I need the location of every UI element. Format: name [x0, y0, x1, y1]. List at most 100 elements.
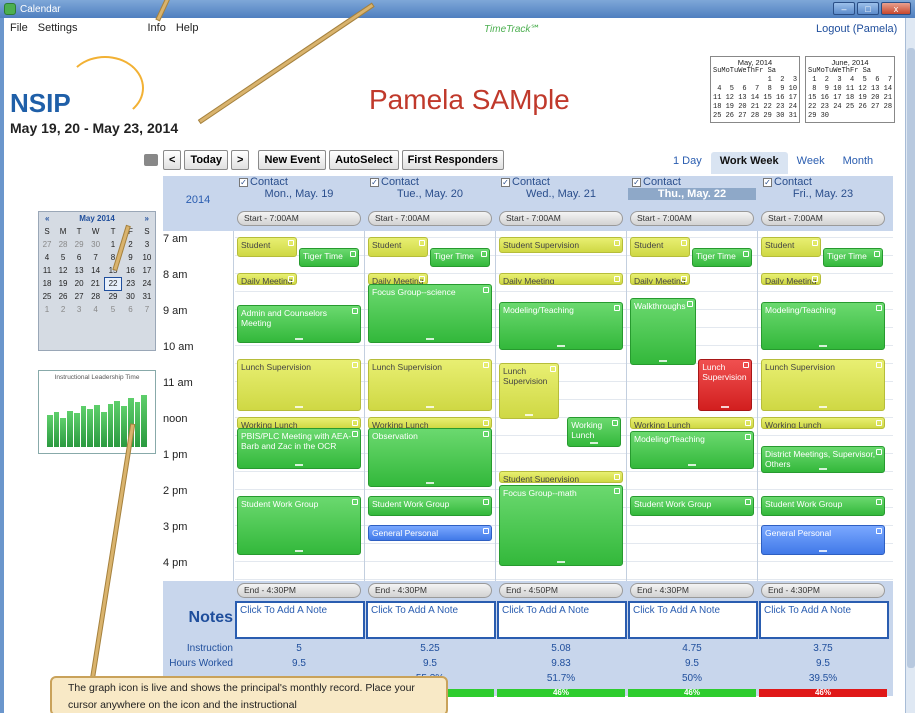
calendar-event[interactable]: Modeling/Teaching [630, 431, 754, 469]
mini-calendar-june[interactable]: June, 2014 SuMoTuWeThFr Sa 1 2 3 4 5 6 7… [805, 56, 896, 123]
end-time-pill[interactable]: End - 4:50PM [499, 583, 623, 598]
tab-1-day[interactable]: 1 Day [664, 152, 711, 174]
new-event-button[interactable]: New Event [258, 150, 327, 170]
nav-day[interactable]: 16 [122, 264, 139, 277]
contact-checkbox[interactable]: ✓ Contact [235, 176, 363, 188]
calendar-event[interactable]: Daily Meeting [499, 273, 623, 285]
nav-day[interactable]: 1 [39, 303, 55, 316]
start-time-pill[interactable]: Start - 7:00AM [630, 211, 754, 226]
resize-grip-icon[interactable] [819, 550, 827, 553]
nav-day[interactable]: 25 [39, 290, 55, 303]
calendar-event[interactable]: Lunch Supervision [698, 359, 752, 412]
resize-grip-icon[interactable] [295, 406, 303, 409]
nav-day[interactable]: 6 [71, 251, 87, 264]
resize-grip-icon[interactable] [659, 359, 668, 362]
nav-day[interactable]: 29 [71, 238, 87, 251]
nav-day[interactable]: 2 [55, 303, 71, 316]
mini-calendar-may[interactable]: May, 2014 SuMoTuWeThFr Sa 1 2 3 4 5 6 7 … [710, 56, 801, 123]
day-header[interactable]: ✓ Contact Mon., May. 19 [235, 176, 363, 200]
calendar-event[interactable]: Student [368, 237, 428, 257]
tab-month[interactable]: Month [834, 152, 883, 174]
resize-grip-icon[interactable] [295, 550, 303, 553]
day-header[interactable]: ✓ Contact Thu., May. 22 [628, 176, 756, 200]
nav-day[interactable]: 27 [39, 238, 55, 251]
calendar-event[interactable]: Student [237, 237, 297, 257]
calendar-event[interactable]: District Meetings, Supervisor, Others [761, 445, 885, 473]
nav-day[interactable]: 13 [71, 264, 87, 277]
calendar-event[interactable]: Working Lunch [630, 417, 754, 429]
nav-day[interactable]: 17 [139, 264, 155, 277]
add-note-cell[interactable]: Click To Add A Note [497, 601, 627, 639]
nav-day[interactable]: 21 [87, 277, 104, 290]
nav-day[interactable]: 9 [122, 251, 139, 264]
contact-checkbox[interactable]: ✓ Contact [628, 176, 756, 188]
nav-day[interactable]: 28 [55, 238, 71, 251]
nav-day[interactable]: 3 [139, 238, 155, 251]
resize-grip-icon[interactable] [295, 463, 303, 466]
calendar-event[interactable]: Student Work Group [761, 496, 885, 516]
calendar-event[interactable]: Lunch Supervision [761, 359, 885, 412]
nav-day[interactable]: 30 [87, 238, 104, 251]
instructional-leadership-graph[interactable]: Instructional Leadership Time [38, 370, 156, 454]
today-button[interactable]: Today [184, 150, 229, 170]
nav-day[interactable]: 5 [104, 303, 122, 316]
menu-help[interactable]: Help [176, 22, 199, 34]
nav-day[interactable]: 14 [87, 264, 104, 277]
contact-checkbox[interactable]: ✓ Contact [366, 176, 494, 188]
start-time-pill[interactable]: Start - 7:00AM [761, 211, 885, 226]
nav-day[interactable]: 28 [87, 290, 104, 303]
calendar-event[interactable]: Student Work Group [368, 496, 492, 516]
calendar-event[interactable]: Student Work Group [630, 496, 754, 516]
nav-day[interactable]: 4 [87, 303, 104, 316]
calendar-event[interactable]: Daily Meeting [237, 273, 297, 286]
nav-day[interactable]: 26 [55, 290, 71, 303]
calendar-event[interactable]: Observation [368, 427, 492, 487]
resize-grip-icon[interactable] [590, 442, 599, 445]
calendar-event[interactable]: Tiger Time [692, 247, 752, 268]
end-time-pill[interactable]: End - 4:30PM [237, 583, 361, 598]
resize-grip-icon[interactable] [819, 406, 827, 409]
nav-day[interactable]: 7 [139, 303, 155, 316]
nav-next-month-icon[interactable]: » [145, 214, 149, 223]
autoselect-button[interactable]: AutoSelect [329, 150, 399, 170]
end-time-pill[interactable]: End - 4:30PM [630, 583, 754, 598]
nav-day[interactable]: 7 [87, 251, 104, 264]
calendar-event[interactable]: Working Lunch [761, 417, 885, 429]
resize-grip-icon[interactable] [688, 463, 696, 466]
nav-day[interactable]: 31 [139, 290, 155, 303]
nav-day[interactable]: 30 [122, 290, 139, 303]
next-button[interactable]: > [231, 150, 250, 170]
nav-day[interactable]: 10 [139, 251, 155, 264]
calendar-event[interactable]: Tiger Time [823, 247, 883, 268]
first-responders-button[interactable]: First Responders [401, 150, 505, 170]
resize-grip-icon[interactable] [557, 561, 565, 564]
add-note-cell[interactable]: Click To Add A Note [235, 601, 365, 639]
calendar-event[interactable]: Modeling/Teaching [761, 301, 885, 351]
nav-day[interactable]: 29 [104, 290, 122, 303]
nav-day[interactable]: 5 [55, 251, 71, 264]
logout-link[interactable]: Logout (Pamela) [816, 23, 897, 35]
day-header[interactable]: ✓ Contact Tue., May. 20 [366, 176, 494, 200]
calendar-event[interactable]: Admin and Counselors Meeting [237, 305, 361, 343]
resize-grip-icon[interactable] [426, 337, 434, 340]
add-note-cell[interactable]: Click To Add A Note [366, 601, 496, 639]
calendar-event[interactable]: Lunch Supervision [368, 359, 492, 412]
resize-grip-icon[interactable] [295, 337, 303, 340]
calendar-event[interactable]: General Personal [761, 525, 885, 556]
nav-day[interactable]: 4 [39, 251, 55, 264]
calendar-event[interactable]: Student Work Group [237, 496, 361, 556]
start-time-pill[interactable]: Start - 7:00AM [237, 211, 361, 226]
nav-day[interactable]: 12 [55, 264, 71, 277]
menu-settings[interactable]: Settings [38, 22, 78, 34]
minimize-button[interactable]: – [833, 2, 855, 15]
nav-day[interactable]: 19 [55, 277, 71, 290]
calendar-event[interactable]: General Personal [368, 525, 492, 541]
start-time-pill[interactable]: Start - 7:00AM [368, 211, 492, 226]
resize-grip-icon[interactable] [557, 345, 565, 348]
nav-day[interactable]: 6 [122, 303, 139, 316]
menu-file[interactable]: File [10, 22, 28, 34]
nav-day[interactable]: 15 [104, 264, 122, 277]
resize-grip-icon[interactable] [721, 406, 730, 409]
resize-grip-icon[interactable] [426, 406, 434, 409]
nav-day[interactable]: 20 [71, 277, 87, 290]
